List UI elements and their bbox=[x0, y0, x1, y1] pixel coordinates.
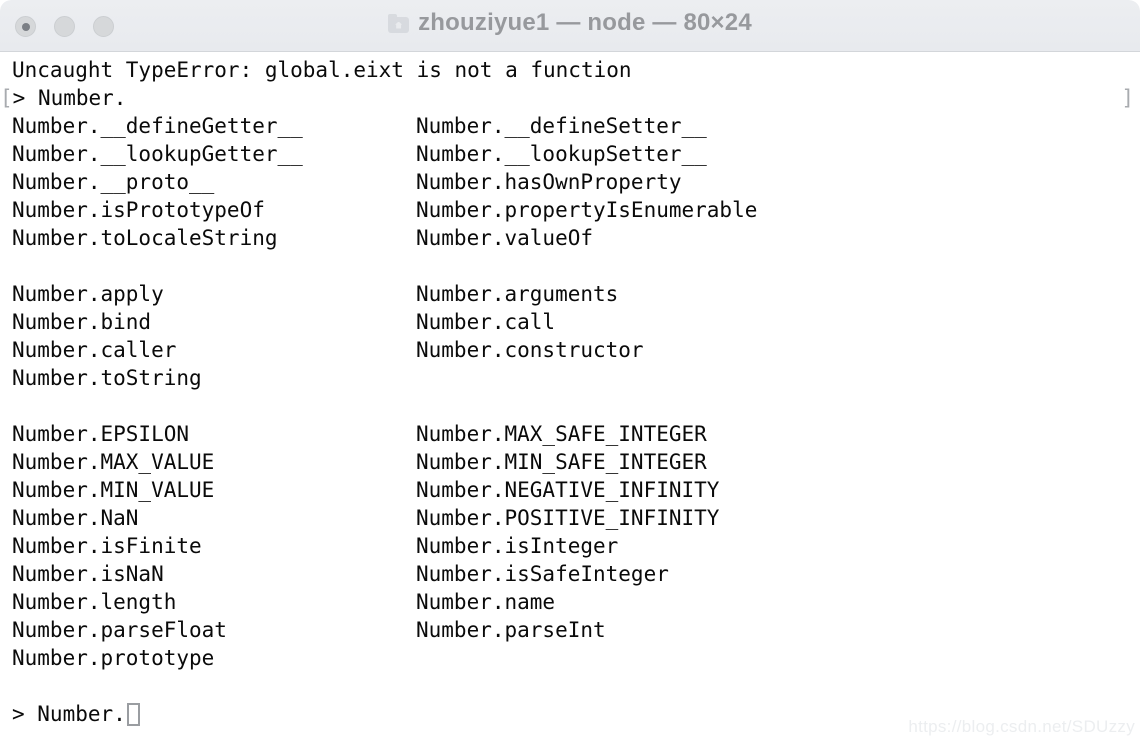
home-glyph-icon bbox=[395, 21, 403, 29]
completion-row[interactable]: Number.toLocaleString Number.valueOf bbox=[0, 224, 1140, 252]
completion-item[interactable]: Number.POSITIVE_INFINITY bbox=[416, 504, 719, 532]
close-dot-icon bbox=[21, 22, 30, 31]
completion-row[interactable]: Number.__lookupGetter__ Number.__lookupSe… bbox=[0, 140, 1140, 168]
completion-item[interactable]: Number.parseFloat bbox=[12, 616, 416, 644]
window-title-group: zhouziyue1 — node — 80×24 bbox=[0, 9, 1140, 37]
echoed-input-line: [> Number.] bbox=[0, 84, 1140, 112]
completion-row[interactable]: Number.MIN_VALUE Number.NEGATIVE_INFINITY bbox=[0, 476, 1140, 504]
completion-item[interactable]: Number.isInteger bbox=[416, 532, 618, 560]
completion-item[interactable]: Number.constructor bbox=[416, 336, 644, 364]
folder-tab-shape bbox=[388, 13, 398, 19]
completion-item[interactable]: Number.__defineSetter__ bbox=[416, 112, 707, 140]
completion-item[interactable]: Number.__defineGetter__ bbox=[12, 112, 416, 140]
completion-item[interactable]: Number.__lookupSetter__ bbox=[416, 140, 707, 168]
completion-item[interactable]: Number.call bbox=[416, 308, 555, 336]
right-escape-artifact: ] bbox=[1121, 86, 1134, 110]
completion-item[interactable]: Number.NEGATIVE_INFINITY bbox=[416, 476, 719, 504]
completion-item[interactable]: Number.propertyIsEnumerable bbox=[416, 196, 757, 224]
completion-item[interactable]: Number.parseInt bbox=[416, 616, 606, 644]
completion-row[interactable]: Number.EPSILON Number.MAX_SAFE_INTEGER bbox=[0, 420, 1140, 448]
completion-item[interactable]: Number.toString bbox=[12, 364, 416, 392]
completion-row[interactable]: Number.NaN Number.POSITIVE_INFINITY bbox=[0, 504, 1140, 532]
completion-item[interactable]: Number.bind bbox=[12, 308, 416, 336]
left-escape-artifact: [ bbox=[0, 86, 13, 110]
completion-item[interactable]: Number.apply bbox=[12, 280, 416, 308]
prompt-text: > Number. bbox=[12, 702, 126, 726]
completion-group-1: Number.__defineGetter__ Number.__defineSe… bbox=[0, 112, 1140, 252]
completion-item[interactable]: Number.isPrototypeOf bbox=[12, 196, 416, 224]
completion-group-3: Number.EPSILON Number.MAX_SAFE_INTEGER Nu… bbox=[0, 420, 1140, 672]
completion-item[interactable]: Number.name bbox=[416, 588, 555, 616]
completion-item[interactable]: Number.caller bbox=[12, 336, 416, 364]
completion-row[interactable]: Number.MAX_VALUE Number.MIN_SAFE_INTEGER bbox=[0, 448, 1140, 476]
block-cursor-icon bbox=[126, 703, 140, 726]
completion-item[interactable]: Number.MAX_SAFE_INTEGER bbox=[416, 420, 707, 448]
completion-item[interactable]: Number.valueOf bbox=[416, 224, 593, 252]
terminal-window: zhouziyue1 — node — 80×24 Uncaught TypeE… bbox=[0, 0, 1140, 742]
completion-item[interactable]: Number.isFinite bbox=[12, 532, 416, 560]
completion-item[interactable]: Number.MIN_SAFE_INTEGER bbox=[416, 448, 707, 476]
completion-row[interactable]: Number.toString bbox=[0, 364, 1140, 392]
window-title-text: zhouziyue1 — node — 80×24 bbox=[418, 9, 752, 36]
completion-item[interactable]: Number.MIN_VALUE bbox=[12, 476, 416, 504]
completion-item[interactable]: Number.EPSILON bbox=[12, 420, 416, 448]
completion-row[interactable]: Number.bind Number.call bbox=[0, 308, 1140, 336]
minimize-button[interactable] bbox=[54, 16, 75, 37]
watermark-text: https://blog.csdn.net/SDUzzy bbox=[908, 717, 1135, 736]
completion-item[interactable]: Number.__lookupGetter__ bbox=[12, 140, 416, 168]
completion-item[interactable]: Number.isSafeInteger bbox=[416, 560, 669, 588]
window-titlebar[interactable]: zhouziyue1 — node — 80×24 bbox=[0, 0, 1140, 52]
completion-row[interactable]: Number.__defineGetter__ Number.__defineSe… bbox=[0, 112, 1140, 140]
completion-item[interactable]: Number.__proto__ bbox=[12, 168, 416, 196]
completion-row[interactable]: Number.prototype bbox=[0, 644, 1140, 672]
completion-item[interactable]: Number.NaN bbox=[12, 504, 416, 532]
completion-row[interactable]: Number.apply Number.arguments bbox=[0, 280, 1140, 308]
completion-item[interactable]: Number.length bbox=[12, 588, 416, 616]
completion-item[interactable]: Number.prototype bbox=[12, 644, 416, 672]
echoed-input-text: > Number. bbox=[12, 86, 127, 110]
completion-row[interactable]: Number.caller Number.constructor bbox=[0, 336, 1140, 364]
completion-item[interactable]: Number.MAX_VALUE bbox=[12, 448, 416, 476]
completion-row[interactable]: Number.parseFloat Number.parseInt bbox=[0, 616, 1140, 644]
completion-item[interactable]: Number.toLocaleString bbox=[12, 224, 416, 252]
completion-row[interactable]: Number.isPrototypeOf Number.propertyIsEnu… bbox=[0, 196, 1140, 224]
completion-item[interactable]: Number.isNaN bbox=[12, 560, 416, 588]
completion-item[interactable]: Number.arguments bbox=[416, 280, 618, 308]
close-button[interactable] bbox=[15, 16, 36, 37]
terminal-content[interactable]: Uncaught TypeError: global.eixt is not a… bbox=[0, 52, 1140, 742]
completion-group-2: Number.apply Number.arguments Number.bind… bbox=[0, 280, 1140, 392]
traffic-light-group bbox=[15, 16, 114, 37]
zoom-button[interactable] bbox=[93, 16, 114, 37]
completion-row[interactable]: Number.isFinite Number.isInteger bbox=[0, 532, 1140, 560]
error-line: Uncaught TypeError: global.eixt is not a… bbox=[12, 58, 632, 82]
completion-row[interactable]: Number.__proto__ Number.hasOwnProperty bbox=[0, 168, 1140, 196]
completion-row[interactable]: Number.isNaN Number.isSafeInteger bbox=[0, 560, 1140, 588]
completion-row[interactable]: Number.length Number.name bbox=[0, 588, 1140, 616]
folder-home-icon bbox=[388, 13, 410, 33]
completion-item[interactable]: Number.hasOwnProperty bbox=[416, 168, 682, 196]
folder-body-shape bbox=[388, 16, 410, 33]
